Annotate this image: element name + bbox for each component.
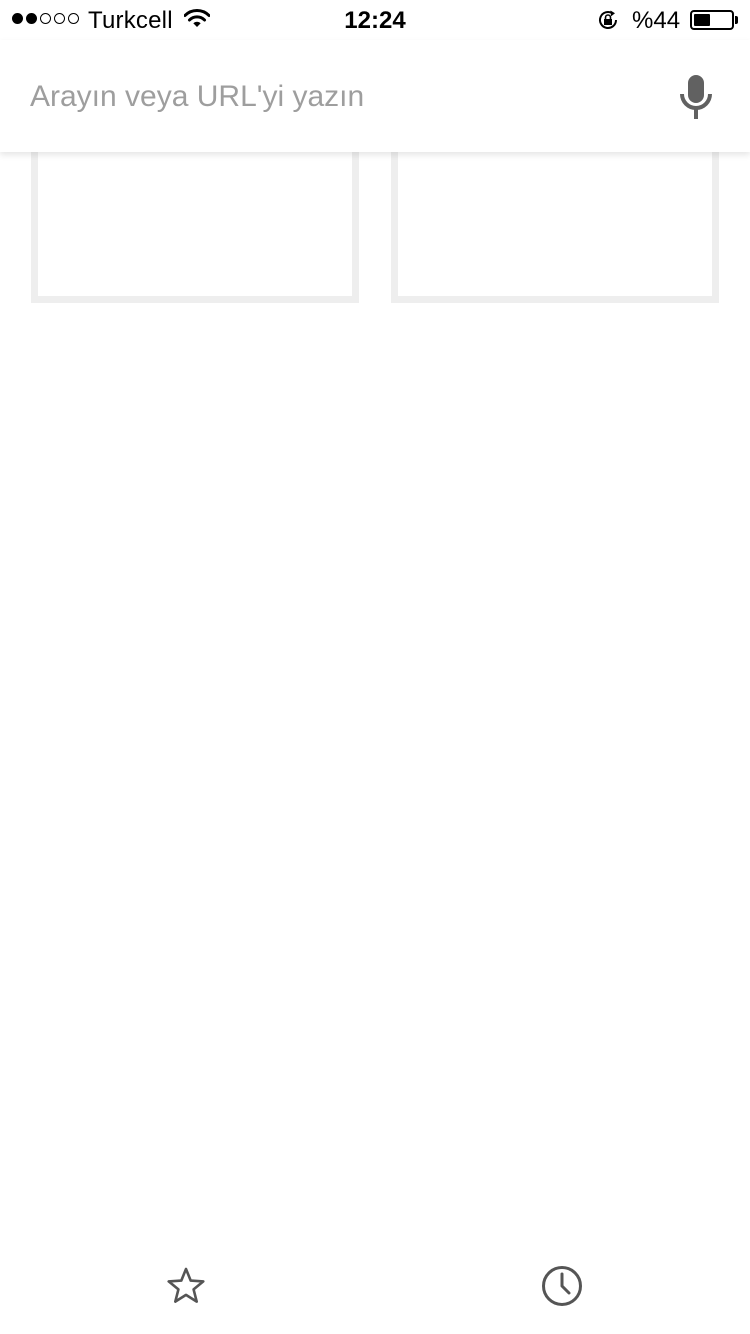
clock-icon[interactable] [538,1262,586,1310]
battery-tip [735,16,738,24]
battery-level [694,14,710,26]
microphone-icon[interactable] [672,72,720,122]
search-input[interactable] [30,70,630,124]
battery-percentage: %44 [632,7,681,34]
search-header [0,40,750,152]
battery-icon [690,10,734,30]
star-icon[interactable] [162,1262,210,1310]
status-bar: Turkcell 12:24 %44 [0,0,750,40]
page: Turkcell 12:24 %44 [0,0,750,1334]
rotation-lock-icon [599,10,617,29]
